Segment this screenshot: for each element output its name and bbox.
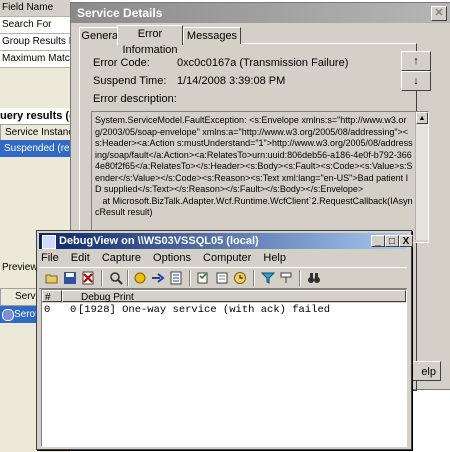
error-code-value: 0xc0c0167a (Transmission Failure)	[177, 57, 349, 69]
error-description-box[interactable]: System.ServiceModel.FaultException: <s:E…	[91, 111, 429, 243]
debug-row-text: [1928] One-way service (with ack) failed	[78, 304, 331, 316]
suspend-time-value: 1/14/2008 3:39:08 PM	[177, 75, 286, 87]
filter-grid-header: Field Name	[0, 0, 70, 17]
error-description-text: System.ServiceModel.FaultException: <s:E…	[95, 115, 413, 217]
suspend-time-label: Suspend Time:	[93, 75, 167, 87]
clock-icon[interactable]	[233, 271, 247, 285]
service-details-titlebar: Service Details ✕	[71, 3, 450, 23]
debugview-menubar: File Edit Capture Options Computer Help	[41, 250, 295, 266]
query-results-title: uery results (one	[0, 108, 70, 124]
menu-capture[interactable]: Capture	[102, 252, 141, 264]
maximize-icon[interactable]: □	[385, 235, 399, 247]
clear-icon[interactable]	[81, 271, 95, 285]
menu-edit[interactable]: Edit	[71, 252, 90, 264]
debugview-titlebar: DebugView on \\WS03VSSQL05 (local) _ □ X	[39, 233, 413, 249]
scroll-up-icon[interactable]: ▲	[416, 112, 428, 124]
debug-output-list[interactable]: # Debug Print 0 0 [1928] One-way service…	[41, 289, 407, 447]
debugview-toolbar	[39, 267, 407, 289]
close-icon[interactable]: X	[399, 235, 413, 247]
find-icon[interactable]	[109, 271, 123, 285]
debugview-title: DebugView on \\WS03VSSQL05 (local)	[59, 235, 259, 247]
error-description-label: Error description:	[93, 93, 177, 105]
debug-row-time: 0	[70, 304, 77, 316]
copy-icon[interactable]	[197, 271, 211, 285]
menu-file[interactable]: File	[41, 252, 59, 264]
filter-row-search-for[interactable]: Search For	[0, 17, 70, 34]
filter-icon[interactable]	[260, 271, 276, 285]
debug-row-number: 0	[44, 304, 51, 316]
minimize-icon[interactable]: _	[371, 235, 385, 247]
history-icon[interactable]	[215, 271, 229, 285]
capture-icon[interactable]	[133, 271, 147, 285]
query-result-row[interactable]: Suspended (resum	[0, 140, 74, 157]
service-details-title: Service Details	[77, 6, 163, 20]
open-icon[interactable]	[45, 271, 59, 285]
next-arrow-button[interactable]: ↓	[401, 71, 431, 91]
column-header-number[interactable]: #	[42, 290, 62, 303]
error-description-scrollbar[interactable]: ▲	[415, 112, 428, 240]
column-header-debug-print[interactable]: Debug Print	[62, 290, 406, 303]
save-icon[interactable]	[63, 271, 77, 285]
menu-help[interactable]: Help	[263, 252, 286, 264]
debug-row[interactable]: 0 0 [1928] One-way service (with ack) fa…	[42, 304, 406, 316]
menu-computer[interactable]: Computer	[203, 252, 251, 264]
previous-arrow-button[interactable]: ↑	[401, 51, 431, 71]
debugview-window: DebugView on \\WS03VSSQL05 (local) _ □ X…	[36, 230, 413, 450]
debug-list-header: # Debug Print	[42, 290, 406, 303]
service-row-icon	[2, 309, 14, 321]
highlight-icon[interactable]	[279, 271, 293, 285]
tab-messages[interactable]: Messages	[183, 27, 241, 44]
binoculars-icon[interactable]	[307, 271, 321, 285]
debugview-app-icon	[42, 235, 56, 249]
tab-error-information[interactable]: Error Information	[117, 25, 183, 56]
autoscroll-icon[interactable]	[169, 271, 183, 285]
error-code-label: Error Code:	[93, 57, 150, 69]
filter-row-group-results[interactable]: Group Results By	[0, 34, 70, 51]
arrow-right-icon[interactable]	[151, 271, 165, 285]
filter-row-maximum-matches[interactable]: Maximum Matches	[0, 51, 70, 68]
close-icon[interactable]: ✕	[431, 6, 447, 21]
menu-options[interactable]: Options	[153, 252, 191, 264]
